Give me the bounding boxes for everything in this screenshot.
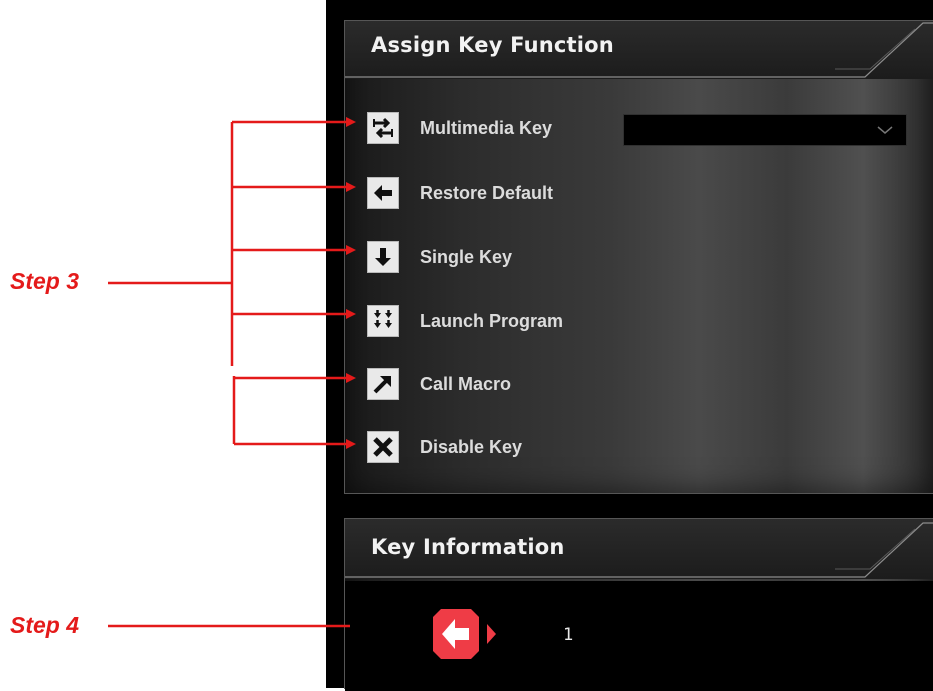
annotation-lines	[108, 117, 356, 628]
